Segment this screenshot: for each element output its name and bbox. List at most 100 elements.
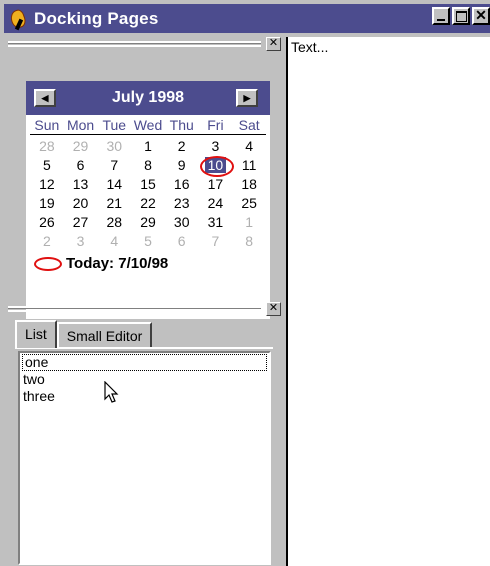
list-item[interactable]: three	[20, 388, 269, 405]
calendar-day[interactable]: 6	[165, 232, 199, 251]
calendar-day[interactable]: 15	[131, 175, 165, 194]
main-window: Docking Pages ✕ ✕ ◀ July 1998 ▶ Sun Mon Tu…	[0, 0, 490, 566]
calendar-day[interactable]: 28	[30, 137, 64, 156]
calendar-day[interactable]: 18	[232, 175, 266, 194]
today-circle-icon	[34, 256, 62, 271]
calendar-day[interactable]: 1	[232, 213, 266, 232]
calendar-day[interactable]: 1	[131, 137, 165, 156]
title-bar[interactable]: Docking Pages ✕	[4, 4, 490, 33]
calendar-day[interactable]: 30	[165, 213, 199, 232]
calendar-day[interactable]: 2	[165, 137, 199, 156]
weekday-header: Thu	[169, 116, 194, 133]
calendar-day-number: 5	[144, 233, 152, 249]
month-calendar: ◀ July 1998 ▶ Sun Mon Tue Wed Thu Fri Sat 28 29…	[26, 81, 270, 319]
calendar-day[interactable]: 6	[64, 156, 98, 175]
calendar-day-number: 21	[106, 195, 123, 211]
calendar-day[interactable]: 2	[30, 232, 64, 251]
calendar-day-grid: 28 29 30 1 2 3 4 5 6 7 8 9 10 11 12 13 14 15 16 17 18 19 20 21 2…	[30, 137, 266, 251]
calendar-day[interactable]: 29	[64, 137, 98, 156]
calendar-day-number: 29	[72, 138, 89, 154]
tab-strip: List Small Editor	[15, 320, 153, 348]
calendar-day-number: 4	[245, 138, 254, 154]
calendar-day[interactable]: 27	[64, 213, 98, 232]
calendar-day[interactable]: 26	[30, 213, 64, 232]
calendar-day-number: 10	[204, 157, 227, 173]
calendar-day[interactable]: 5	[30, 156, 64, 175]
calendar-day-number: 26	[39, 214, 55, 230]
calendar-today-link[interactable]: Today: 7/10/98	[26, 255, 270, 272]
minimize-button[interactable]	[432, 7, 450, 25]
calendar-day[interactable]: 4	[232, 137, 266, 156]
calendar-day[interactable]: 9	[165, 156, 199, 175]
calendar-day-number: 5	[42, 157, 51, 173]
calendar-day-number: 24	[207, 195, 224, 211]
calendar-day-number: 28	[106, 214, 123, 230]
calendar-day-selected[interactable]: 10	[199, 156, 234, 177]
calendar-day-number: 25	[241, 195, 257, 211]
calendar-day-number: 3	[76, 233, 85, 249]
calendar-day[interactable]: 21	[97, 194, 131, 213]
calendar-day[interactable]: 8	[131, 156, 165, 175]
text-editor-pane[interactable]: Text...	[286, 37, 490, 566]
window-title: Docking Pages	[34, 8, 159, 28]
calendar-day[interactable]: 13	[64, 175, 98, 194]
calendar-day-number: 27	[72, 214, 89, 230]
calendar-day[interactable]: 8	[232, 232, 266, 251]
weekday-header: Mon	[66, 116, 95, 133]
calendar-day[interactable]: 7	[97, 156, 131, 175]
list-box[interactable]: one two three	[18, 351, 271, 565]
tab-list[interactable]: List	[15, 320, 57, 348]
calendar-day[interactable]: 3	[64, 232, 98, 251]
calendar-day-number: 16	[173, 176, 190, 192]
calendar-day-number: 3	[211, 138, 220, 154]
calendar-day[interactable]: 5	[131, 232, 165, 251]
calendar-day[interactable]: 20	[64, 194, 98, 213]
calendar-day[interactable]: 3	[199, 137, 233, 156]
calendar-day[interactable]: 22	[131, 194, 165, 213]
calendar-day[interactable]: 28	[97, 213, 131, 232]
calendar-day-number: 6	[177, 233, 186, 249]
calendar-day[interactable]: 12	[30, 175, 64, 194]
calendar-day[interactable]: 14	[97, 175, 131, 194]
calendar-day[interactable]: 30	[97, 137, 131, 156]
calendar-day-number: 7	[110, 157, 119, 173]
calendar-day[interactable]: 29	[131, 213, 165, 232]
calendar-day-number: 13	[72, 176, 89, 192]
calendar-day[interactable]: 11	[232, 156, 266, 175]
maximize-button[interactable]	[452, 7, 470, 25]
weekday-header: Sat	[238, 116, 260, 133]
calendar-day[interactable]: 17	[199, 175, 233, 194]
calendar-day[interactable]: 7	[199, 232, 233, 251]
app-torch-icon[interactable]	[8, 7, 30, 30]
list-item[interactable]: one	[22, 354, 267, 371]
close-button[interactable]: ✕	[472, 7, 490, 25]
tabs-dock-grip[interactable]: ✕	[4, 302, 283, 316]
calendar-day[interactable]: 24	[199, 194, 233, 213]
tabs-dock-close-icon[interactable]: ✕	[266, 302, 281, 316]
prev-month-button[interactable]: ◀	[34, 89, 56, 107]
calendar-day-number: 29	[140, 214, 156, 230]
calendar-day-number: 9	[177, 157, 186, 173]
calendar-day-number: 2	[177, 138, 186, 154]
calendar-day-number: 7	[211, 233, 220, 249]
calendar-day-number: 8	[245, 233, 254, 249]
next-month-button[interactable]: ▶	[236, 89, 258, 107]
calendar-day[interactable]: 16	[165, 175, 199, 194]
calendar-day[interactable]: 19	[30, 194, 64, 213]
calendar-weekday-row: Sun Mon Tue Wed Thu Fri Sat	[30, 115, 266, 135]
calendar-day-number: 23	[173, 195, 190, 211]
list-item[interactable]: two	[20, 371, 269, 388]
calendar-day[interactable]: 4	[97, 232, 131, 251]
tab-small-editor[interactable]: Small Editor	[56, 322, 153, 348]
calendar-day-number: 1	[245, 214, 254, 230]
today-label: Today: 7/10/98	[66, 255, 169, 272]
calendar-day-number: 20	[72, 195, 89, 211]
calendar-month-label: July 1998	[111, 89, 185, 106]
calendar-dock-close-icon[interactable]: ✕	[266, 37, 281, 51]
calendar-day[interactable]: 23	[165, 194, 199, 213]
calendar-day[interactable]: 31	[199, 213, 233, 232]
calendar-day-number: 12	[39, 176, 55, 192]
calendar-dock-grip[interactable]: ✕	[4, 37, 283, 51]
calendar-day-number: 6	[76, 157, 85, 173]
calendar-day[interactable]: 25	[232, 194, 266, 213]
